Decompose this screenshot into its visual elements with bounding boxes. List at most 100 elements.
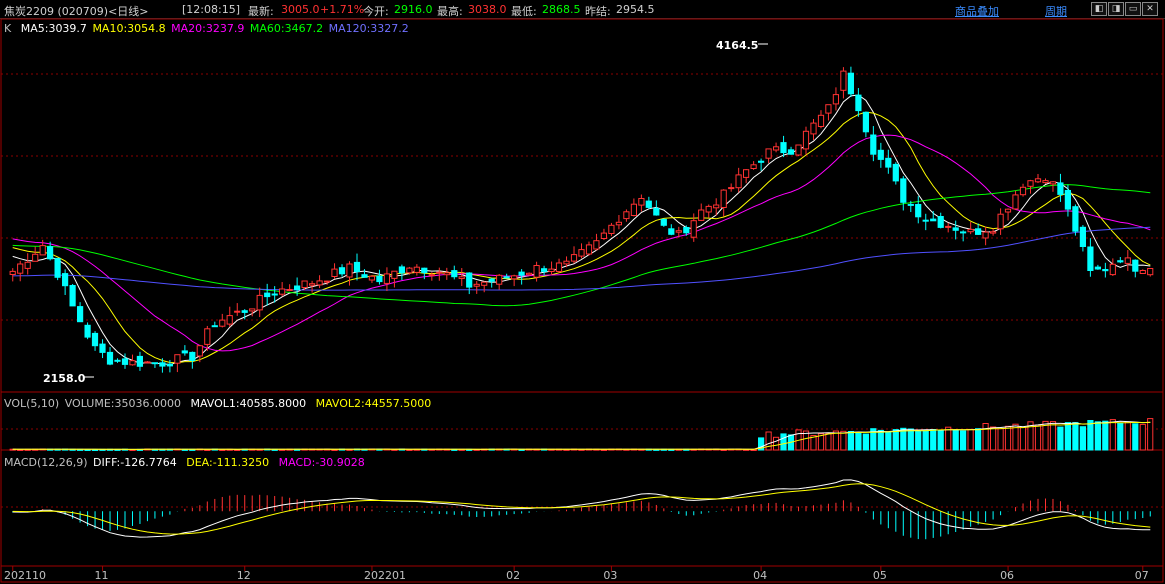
candle-body [548, 268, 555, 273]
candle [436, 267, 443, 281]
candle-body [166, 363, 174, 367]
candle [997, 208, 1004, 235]
candle [1147, 268, 1154, 277]
candle [1064, 184, 1072, 217]
candle [376, 269, 383, 285]
candle [181, 345, 188, 356]
candle-body [1139, 270, 1146, 274]
candle-body [353, 261, 361, 273]
volume-bar [885, 431, 892, 451]
x-tick-label: 202110 [4, 569, 46, 582]
candle [443, 267, 450, 280]
candle-body [638, 198, 645, 206]
kline-chart[interactable]: 202110 11 12 202201 02 03 04 05 06 07 4164.5 2158… [0, 0, 1165, 584]
candle-body [555, 262, 563, 272]
candle [264, 283, 271, 306]
vol-volume: VOLUME:35036.0000 [64, 397, 181, 410]
k-label: K [4, 22, 12, 35]
candle [159, 358, 166, 373]
candle [653, 200, 660, 216]
candle [286, 284, 293, 292]
candle [990, 228, 997, 236]
candle-body [847, 72, 854, 95]
candle [548, 261, 555, 276]
candle-body [743, 169, 750, 178]
candle-body [945, 225, 952, 228]
candle [331, 263, 338, 279]
candle [1124, 250, 1131, 271]
candle [750, 161, 757, 170]
macd-dea: DEA:-111.3250 [186, 456, 270, 469]
candle [615, 214, 622, 230]
ma60-legend: MA60:3467.2 [249, 22, 324, 35]
candle-body [279, 288, 286, 295]
candle [533, 261, 540, 282]
volume-bar [997, 428, 1004, 451]
candle [982, 226, 989, 246]
x-tick-label: 02 [506, 569, 520, 582]
candle-body [683, 227, 690, 234]
candle-body [413, 266, 420, 273]
candle-body [630, 203, 637, 216]
candle [541, 265, 548, 276]
candle-body [204, 328, 211, 345]
candle-body [241, 310, 248, 313]
candle [39, 239, 46, 256]
volume-bar [862, 433, 869, 451]
candle [960, 230, 967, 242]
candle-body [54, 257, 61, 278]
candle [1042, 178, 1049, 184]
candle [24, 253, 31, 275]
x-tick-label: 07 [1135, 569, 1149, 582]
volume-bar [1019, 426, 1027, 451]
x-tick-label: 04 [753, 569, 767, 582]
candle [383, 267, 390, 292]
volume-bar [1004, 425, 1012, 451]
grid-layer [0, 18, 1164, 583]
candle [765, 148, 772, 164]
candle-body [264, 292, 271, 298]
candle-body [286, 289, 293, 291]
candle [787, 146, 795, 155]
candle [1034, 173, 1042, 184]
candle [114, 358, 121, 363]
candle [840, 67, 847, 99]
candle-body [623, 211, 630, 220]
candle-body [1147, 268, 1154, 276]
candle-body [436, 271, 443, 274]
volume-bar [1072, 422, 1079, 451]
x-tick-label: 12 [237, 569, 251, 582]
candle [1049, 181, 1057, 192]
candle [593, 233, 600, 251]
ma5-legend: MA5:3039.7 [20, 22, 87, 35]
candle-body [159, 362, 166, 367]
volume-bar [847, 431, 854, 451]
volume-bar [1139, 423, 1146, 451]
macd-value: MACD:-30.9028 [278, 456, 365, 469]
candle [915, 196, 922, 224]
candle [32, 246, 39, 262]
candle [930, 211, 937, 222]
candle [1072, 204, 1079, 236]
candle [638, 194, 645, 212]
candle-body [481, 281, 488, 286]
candle-body [982, 231, 989, 239]
candle-body [77, 306, 84, 323]
candle-body [219, 319, 226, 327]
candle [1094, 264, 1102, 270]
candle [885, 149, 892, 174]
volume-bar [1132, 423, 1139, 451]
candle [780, 135, 787, 158]
candle-body [653, 207, 660, 216]
candle-body [1102, 269, 1109, 272]
candle-body [563, 260, 570, 265]
candle-body [952, 227, 959, 231]
volume-bar [1117, 422, 1124, 451]
macd-series [12, 479, 1151, 540]
candle-body [840, 70, 847, 91]
candle-body [825, 104, 832, 114]
candle-body [256, 294, 263, 311]
candle [1139, 269, 1146, 274]
candle-body [496, 274, 503, 285]
candle-body [32, 253, 39, 262]
